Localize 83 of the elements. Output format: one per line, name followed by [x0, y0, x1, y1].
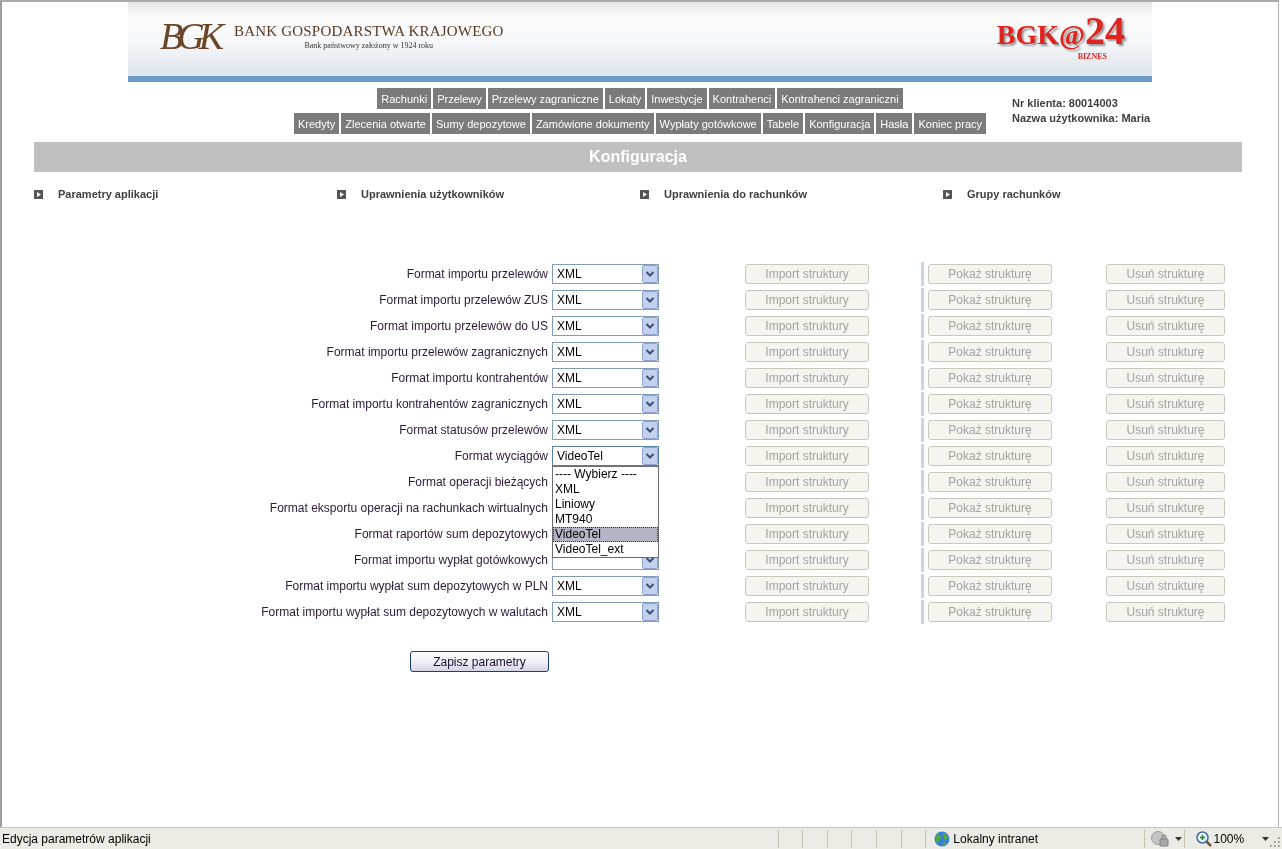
format-dropdown[interactable]: XML — [552, 420, 659, 440]
triangle-bullet-icon — [34, 189, 43, 199]
menu-button[interactable]: Inwestycje — [647, 88, 707, 109]
service-logo: BGK@24 — [996, 13, 1125, 52]
status-text: Edycja parametrów aplikacji — [1, 831, 152, 846]
format-dropdown[interactable]: XML — [552, 316, 659, 336]
format-dropdown[interactable]: XML — [552, 290, 659, 310]
caret-icon[interactable] — [1262, 836, 1270, 841]
section-link[interactable]: Parametry aplikacji — [34, 187, 159, 201]
field-label: Format raportów sum depozytowych — [353, 527, 549, 541]
field-label: Format importu kontrahentów zagranicznych — [310, 397, 549, 411]
globe-icon — [934, 830, 951, 847]
menu-button[interactable]: Zamówione dokumenty — [531, 113, 654, 134]
caret-icon — [642, 421, 658, 439]
caret-icon — [642, 447, 658, 465]
format-dropdown[interactable]: XML — [552, 576, 659, 596]
zoom-level[interactable]: 100% — [1213, 831, 1245, 846]
section-link[interactable]: Uprawnienia użytkowników — [337, 187, 505, 201]
field-label: Format importu wypłat sum depozytowych w PLN — [284, 579, 549, 593]
triangle-bullet-icon — [943, 189, 952, 199]
menu-button[interactable]: Hasła — [876, 113, 913, 134]
bank-subtitle: Bank państwowy założony w 1924 roku — [304, 39, 434, 51]
field-label: Format importu przelewów ZUS — [378, 293, 549, 307]
menu-button[interactable]: Przelewy — [433, 88, 486, 109]
field-label: Format importu kontrahentów — [390, 371, 549, 385]
dropdown-option[interactable]: VideoTel_ext — [553, 542, 658, 557]
field-label: Format importu przelewów do US — [368, 319, 549, 333]
caret-icon — [642, 558, 658, 569]
menu-button[interactable]: Kontrahenci zagraniczni — [777, 88, 903, 109]
user-name: Nazwa użytkownika: Maria — [1012, 111, 1152, 126]
triangle-bullet-icon — [337, 189, 346, 199]
bank-name: BANK GOSPODARSTWA KRAJOWEGO — [234, 21, 504, 40]
monogram-logo: BGK — [160, 14, 224, 58]
triangle-bullet-icon — [640, 189, 649, 199]
dropdown-option[interactable]: ---- Wybierz ---- — [553, 467, 658, 482]
resize-grip-icon[interactable] — [1269, 836, 1281, 848]
field-label: Format importu przelewów zagranicznych — [325, 345, 549, 359]
security-zone: Lokalny intranet — [953, 831, 1039, 846]
service-tagline: BIZNES — [1077, 51, 1107, 61]
caret-icon — [642, 369, 658, 387]
caret-icon — [642, 395, 658, 413]
caret-icon[interactable] — [1175, 836, 1182, 841]
format-dropdown[interactable]: VideoTel — [552, 446, 659, 466]
menu-button[interactable]: Kontrahenci — [708, 88, 776, 109]
caret-icon — [642, 291, 658, 309]
client-number: Nr klienta: 80014003 — [1012, 96, 1119, 111]
page-title-bar: Konfiguracja — [34, 142, 1242, 172]
menu-button[interactable]: Kredyty — [293, 113, 340, 134]
menu-button[interactable]: Przelewy zagraniczne — [487, 88, 603, 109]
dropdown-option[interactable]: XML — [553, 482, 658, 497]
caret-icon — [642, 603, 658, 621]
menu-button[interactable]: Koniec pracy — [914, 113, 986, 134]
field-label: Format wyciągów — [453, 449, 549, 463]
caret-icon — [642, 265, 658, 283]
menu-button[interactable]: Konfiguracja — [805, 113, 875, 134]
save-button[interactable]: Zapisz parametry — [410, 651, 549, 672]
menu-button[interactable]: Sumy depozytowe — [432, 113, 530, 134]
caret-icon — [642, 317, 658, 335]
menu-button[interactable]: Rachunki — [377, 88, 432, 109]
dropdown-option[interactable]: VideoTel — [553, 527, 658, 542]
field-label: Format statusów przelewów — [398, 423, 549, 437]
caret-icon — [642, 343, 658, 361]
dropdown-option[interactable]: MT940 — [553, 512, 658, 527]
caret-icon — [642, 577, 658, 595]
menu-button[interactable]: Tabele — [762, 113, 804, 134]
menu-button[interactable]: Lokaty — [604, 88, 646, 109]
format-dropdown[interactable]: XML — [552, 264, 659, 284]
field-label: Format operacji bieżących — [406, 475, 549, 489]
field-label: Format importu wypłat sum depozytowych w walutach — [260, 605, 549, 619]
field-label: Format importu wypłat gotówkowych — [352, 553, 549, 567]
format-dropdown[interactable]: XML — [552, 602, 659, 622]
zoom-icon[interactable] — [1195, 830, 1212, 847]
format-dropdown[interactable]: XML — [552, 368, 659, 388]
menu-button[interactable]: Wypłaty gotówkowe — [655, 113, 761, 134]
section-link[interactable]: Grupy rachunków — [943, 187, 1061, 201]
format-dropdown[interactable]: XML — [552, 342, 659, 362]
globe-padlock-icon[interactable] — [1151, 830, 1169, 847]
field-label: Format importu przelewów — [405, 267, 549, 281]
menu-button[interactable]: Zlecenia otwarte — [341, 113, 430, 134]
section-link[interactable]: Uprawnienia do rachunków — [640, 187, 808, 201]
format-dropdown[interactable]: XML — [552, 394, 659, 414]
dropdown-option[interactable]: Liniowy — [553, 497, 658, 512]
field-label: Format eksportu operacji na rachunkach wirtualnych — [268, 501, 549, 515]
